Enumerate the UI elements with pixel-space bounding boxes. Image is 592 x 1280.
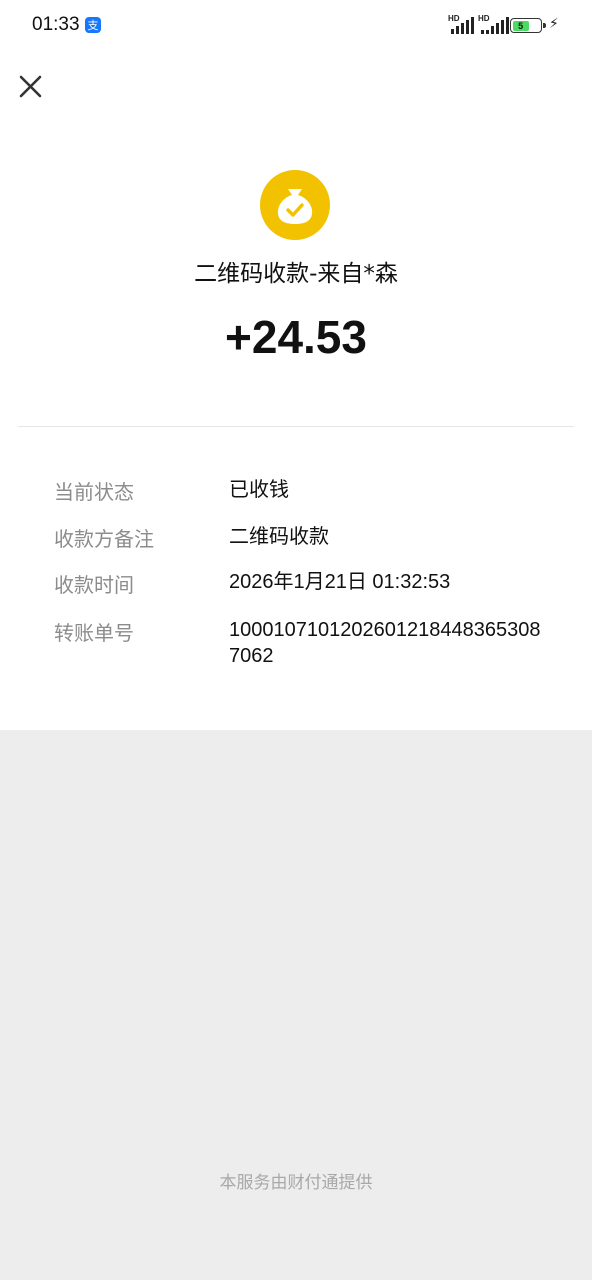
detail-value: 已收钱 [229,477,289,501]
transfer-id-value[interactable]: 10001071012026012184483653087062 [229,617,541,669]
divider [18,426,574,427]
service-provider-footer: 本服务由财付通提供 [219,1173,373,1193]
battery-level: 5 [512,20,529,31]
detail-label: 转账单号 [54,621,134,645]
nav-bar [0,52,592,120]
close-button[interactable] [14,70,48,104]
detail-row-status: 当前状态 已收钱 [54,476,554,505]
detail-value: 二维码收款 [229,524,329,548]
alipay-badge-icon: 支 [85,17,101,33]
detail-label: 收款方备注 [54,527,154,551]
detail-label: 收款时间 [54,573,134,597]
close-icon [19,75,42,98]
detail-row-remark: 收款方备注 二维码收款 [54,523,554,552]
signal-strength-icon-2: HD [478,14,509,34]
status-bar: 01:33 支 HD HD 5 ⚡ [0,0,592,52]
battery-icon: 5 [510,18,546,33]
transaction-title: 二维码收款-来自*森 [194,261,398,287]
money-bag-check-icon [260,170,330,240]
detail-row-transfer-id: 转账单号 10001071012026012184483653087062 [54,617,554,669]
transaction-card: 二维码收款-来自*森 +24.53 当前状态 已收钱 收款方备注 二维码收款 收… [0,120,592,730]
status-time: 01:33 [32,14,80,35]
transaction-detail-page: 01:33 支 HD HD 5 ⚡ 二维码收款-来自*森 +24.53 当前状态… [0,0,592,1280]
signal-strength-icon-1: HD [448,14,474,34]
charging-icon: ⚡ [549,16,559,32]
detail-label: 当前状态 [54,480,134,504]
detail-row-time: 收款时间 2026年1月21日 01:32:53 [54,569,554,598]
transaction-amount: +24.53 [225,311,367,363]
detail-value: 2026年1月21日 01:32:53 [229,571,451,593]
